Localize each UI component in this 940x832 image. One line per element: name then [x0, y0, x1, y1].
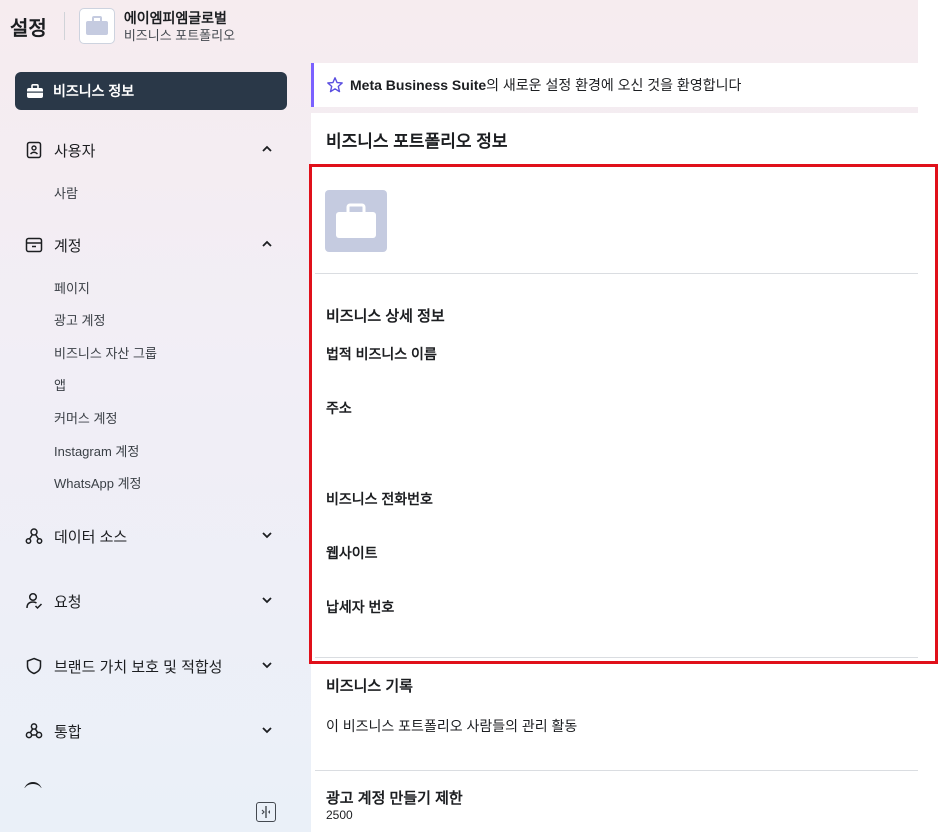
sidebar-group-accounts[interactable]: 계정 — [24, 233, 274, 257]
welcome-banner: Meta Business Suite의 새로운 설정 환경에 오신 것을 환영… — [311, 63, 919, 107]
portfolio-switcher[interactable]: 에이엠피엠글로벌 비즈니스 포트폴리오 — [124, 9, 235, 44]
legal-name-label: 법적 비즈니스 이름 — [326, 346, 437, 362]
portfolio-name: 에이엠피엠글로벌 — [123, 9, 227, 26]
briefcase-icon — [85, 16, 108, 35]
panel-toggle-icon — [261, 806, 270, 818]
sidebar-group-label: 브랜드 가치 보호 및 적합성 — [54, 658, 223, 676]
sidebar-item-label: 비즈니스 정보 — [53, 83, 135, 99]
chevron-down-icon[interactable] — [260, 723, 274, 737]
badge-icon — [24, 141, 44, 159]
archive-box-icon — [24, 237, 44, 253]
sidebar-item-asset-groups[interactable]: 비즈니스 자산 그룹 — [54, 343, 157, 362]
tax-id-label: 납세자 번호 — [326, 599, 395, 615]
ad-account-limit-heading: 광고 계정 만들기 제한 — [326, 790, 463, 807]
briefcase-icon — [27, 84, 43, 98]
sidebar-group-label: 요청 — [54, 593, 82, 611]
sidebar-group-integrations[interactable]: 통합 — [24, 719, 274, 743]
sidebar-group-label: 통합 — [54, 723, 82, 741]
sidebar-group-brand-safety[interactable]: 브랜드 가치 보호 및 적합성 — [24, 654, 274, 678]
sidebar-item-people[interactable]: 사람 — [54, 183, 78, 202]
sidebar-group-data-sources[interactable]: 데이터 소스 — [24, 524, 274, 548]
integration-icon — [24, 722, 44, 740]
sidebar: 비즈니스 정보 사용자 사람 계정 페이지 광고 계정 비즈니스 자산 그룹 앱… — [0, 52, 300, 832]
website-label: 웹사이트 — [326, 545, 378, 561]
sidebar-item-whatsapp-accounts[interactable]: WhatsApp 계정 — [54, 473, 142, 492]
sidebar-item-instagram-accounts[interactable]: Instagram 계정 — [54, 441, 139, 460]
phone-label: 비즈니스 전화번호 — [326, 491, 433, 507]
shield-icon — [24, 657, 44, 675]
top-bar: 설정 에이엠피엠글로벌 비즈니스 포트폴리오 — [0, 0, 300, 52]
data-nodes-icon — [24, 527, 44, 545]
briefcase-icon — [336, 203, 376, 238]
banner-brand: Meta Business Suite — [350, 77, 487, 93]
divider — [315, 770, 919, 771]
chevron-up-icon[interactable] — [260, 237, 274, 251]
chevron-down-icon[interactable] — [260, 593, 274, 607]
sidebar-group-users[interactable]: 사용자 — [24, 138, 274, 162]
divider — [315, 273, 919, 274]
business-history-heading: 비즈니스 기록 — [326, 678, 413, 695]
right-margin — [918, 0, 940, 832]
ad-account-limit-value: 2500 — [326, 808, 353, 822]
star-icon — [326, 76, 344, 94]
sidebar-item-apps[interactable]: 앱 — [54, 375, 66, 394]
banner-text: 의 새로운 설정 환경에 오신 것을 환영합니다 — [486, 77, 742, 93]
address-label: 주소 — [326, 400, 352, 416]
portfolio-avatar[interactable] — [78, 8, 115, 44]
business-info-card: 비즈니스 포트폴리오 정보 비즈니스 상세 정보 법적 비즈니스 이름 주소 비… — [311, 113, 919, 832]
sidebar-collapse-toggle[interactable] — [256, 802, 276, 822]
business-details-heading: 비즈니스 상세 정보 — [326, 308, 445, 325]
sidebar-item-business-info[interactable]: 비즈니스 정보 — [15, 72, 287, 110]
person-check-icon — [24, 592, 44, 610]
sidebar-item-pages[interactable]: 페이지 — [54, 278, 90, 297]
chevron-down-icon[interactable] — [260, 658, 274, 672]
portfolio-type: 비즈니스 포트폴리오 — [123, 27, 236, 43]
page-title: 설정 — [10, 17, 47, 40]
sidebar-group-label: 사용자 — [54, 142, 96, 160]
sidebar-item-commerce-accounts[interactable]: 커머스 계정 — [54, 408, 117, 427]
sidebar-next-group-clipped — [24, 780, 284, 788]
business-portfolio-image[interactable] — [325, 190, 387, 252]
chevron-down-icon[interactable] — [260, 528, 274, 542]
sidebar-item-ad-accounts[interactable]: 광고 계정 — [54, 310, 105, 329]
header-divider — [63, 12, 65, 40]
main-content: Meta Business Suite의 새로운 설정 환경에 오신 것을 환영… — [311, 0, 940, 832]
divider — [315, 657, 919, 658]
chevron-up-icon[interactable] — [260, 142, 274, 156]
history-activity-link[interactable]: 이 비즈니스 포트폴리오 사람들의 관리 활동 — [326, 716, 577, 736]
card-title: 비즈니스 포트폴리오 정보 — [326, 132, 508, 151]
sidebar-group-label: 계정 — [54, 237, 82, 255]
sidebar-group-label: 데이터 소스 — [54, 528, 128, 546]
sidebar-group-requests[interactable]: 요청 — [24, 589, 274, 613]
